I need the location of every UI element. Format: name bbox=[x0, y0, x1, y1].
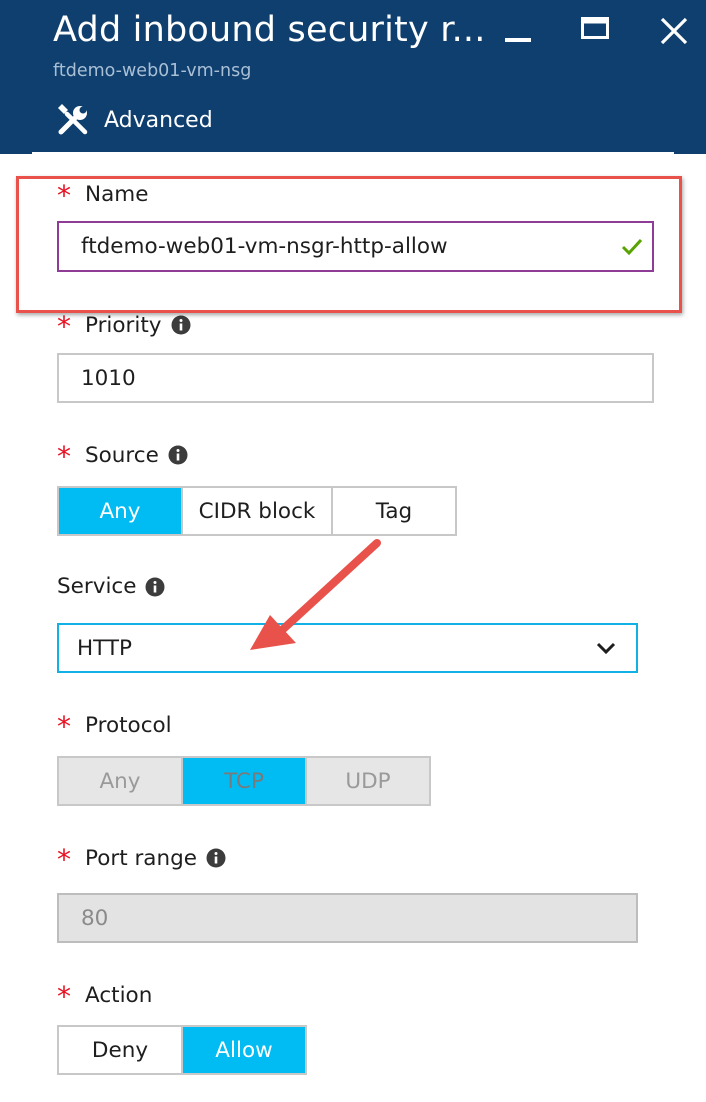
service-label: Service bbox=[57, 574, 165, 599]
action-segmented-control: Deny Allow bbox=[57, 1025, 307, 1075]
source-option-cidr-block[interactable]: CIDR block bbox=[181, 486, 333, 536]
port-range-input-value: 80 bbox=[81, 905, 109, 931]
priority-input-value: 1010 bbox=[81, 365, 136, 391]
action-option-deny[interactable]: Deny bbox=[57, 1025, 183, 1075]
protocol-segmented-control: Any TCP UDP bbox=[57, 756, 431, 806]
advanced-label: Advanced bbox=[104, 107, 213, 133]
priority-label-text: Priority bbox=[85, 312, 162, 338]
required-marker: * bbox=[57, 440, 71, 473]
maximize-icon bbox=[581, 17, 609, 39]
protocol-option-udp: UDP bbox=[305, 756, 431, 806]
info-icon[interactable] bbox=[171, 315, 191, 335]
tools-icon bbox=[58, 104, 88, 135]
minimize-button[interactable] bbox=[505, 38, 531, 42]
header-divider bbox=[32, 152, 674, 155]
action-option-allow[interactable]: Allow bbox=[181, 1025, 307, 1075]
required-marker: * bbox=[57, 710, 71, 743]
priority-label: * Priority bbox=[57, 310, 191, 343]
port-range-label: * Port range bbox=[57, 843, 226, 876]
source-option-any[interactable]: Any bbox=[57, 486, 183, 536]
highlight-box bbox=[16, 176, 682, 313]
close-button[interactable] bbox=[658, 15, 690, 47]
action-label: * Action bbox=[57, 980, 153, 1013]
info-icon[interactable] bbox=[145, 577, 165, 597]
port-range-input: 80 bbox=[57, 893, 638, 943]
advanced-button[interactable]: Advanced bbox=[55, 102, 213, 138]
maximize-button[interactable] bbox=[581, 17, 609, 39]
source-option-tag[interactable]: Tag bbox=[331, 486, 457, 536]
required-marker: * bbox=[57, 980, 71, 1013]
blade-title: Add inbound security r... bbox=[53, 10, 486, 50]
priority-input[interactable]: 1010 bbox=[57, 353, 654, 403]
required-marker: * bbox=[57, 310, 71, 343]
annotation-arrow-icon bbox=[250, 539, 381, 650]
protocol-option-any: Any bbox=[57, 756, 183, 806]
source-label: * Source bbox=[57, 440, 188, 473]
info-icon[interactable] bbox=[168, 445, 188, 465]
blade-subtitle: ftdemo-web01-vm-nsg bbox=[53, 61, 252, 81]
port-range-label-text: Port range bbox=[85, 845, 197, 871]
close-icon bbox=[660, 17, 688, 45]
protocol-label-text: Protocol bbox=[85, 712, 172, 738]
protocol-label: * Protocol bbox=[57, 710, 172, 743]
service-label-text: Service bbox=[57, 574, 137, 599]
required-marker: * bbox=[57, 843, 71, 876]
info-icon[interactable] bbox=[206, 848, 226, 868]
service-dropdown-value: HTTP bbox=[77, 635, 133, 661]
protocol-option-tcp: TCP bbox=[181, 756, 307, 806]
blade-header: Add inbound security r... ftdemo-web01-v… bbox=[0, 0, 706, 154]
source-label-text: Source bbox=[85, 442, 159, 468]
action-label-text: Action bbox=[85, 982, 153, 1008]
chevron-down-icon bbox=[596, 642, 616, 655]
source-segmented-control: Any CIDR block Tag bbox=[57, 486, 457, 536]
